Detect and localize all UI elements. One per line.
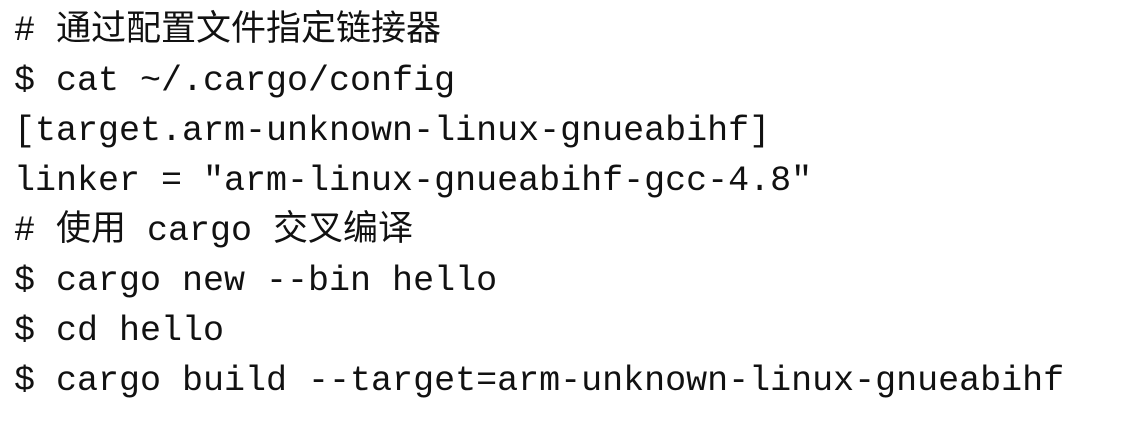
- comment-line: # 使用 cargo 交叉编译: [14, 211, 414, 251]
- command-line: $ cat ~/.cargo/config: [14, 61, 456, 101]
- command-line: $ cargo new --bin hello: [14, 261, 498, 301]
- code-block: # 通过配置文件指定链接器 $ cat ~/.cargo/config [tar…: [14, 6, 1064, 406]
- config-setting-line: linker = "arm-linux-gnueabihf-gcc-4.8": [14, 161, 813, 201]
- command-line: $ cargo build --target=arm-unknown-linux…: [14, 361, 1065, 401]
- comment-line: # 通过配置文件指定链接器: [14, 11, 442, 51]
- config-section-line: [target.arm-unknown-linux-gnueabihf]: [14, 111, 771, 151]
- command-line: $ cd hello: [14, 311, 225, 351]
